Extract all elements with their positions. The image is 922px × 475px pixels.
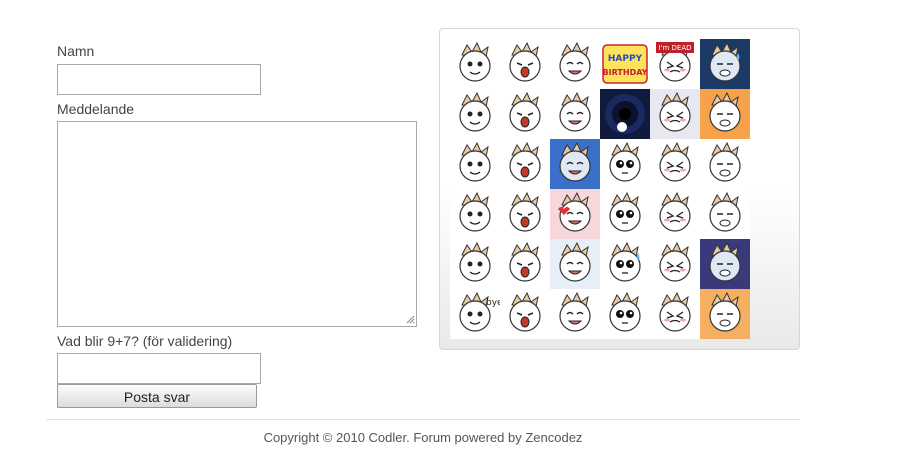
emoticon-im-dead-icon[interactable]: I'm DEAD	[650, 39, 700, 89]
svg-text:BIRTHDAY: BIRTHDAY	[603, 68, 648, 77]
svg-text:bye: bye	[486, 298, 500, 308]
emoticon-sleepy-icon[interactable]	[600, 289, 650, 339]
emoticon-vortex-icon[interactable]	[600, 89, 650, 139]
emoticon-pouting-icon[interactable]	[650, 189, 700, 239]
emoticon-sweat-drop-icon[interactable]	[600, 239, 650, 289]
emoticon-nosebleed-icon[interactable]	[450, 89, 500, 139]
name-label: Namn	[57, 43, 95, 59]
emoticon-sobbing-icon[interactable]	[500, 289, 550, 339]
emoticon-dizzy-icon[interactable]	[500, 139, 550, 189]
emoticon-laughing-icon[interactable]	[700, 139, 750, 189]
emoticon-facepalm-icon[interactable]	[650, 289, 700, 339]
emoticon-crying-tears-icon[interactable]	[500, 39, 550, 89]
message-textarea[interactable]	[57, 121, 417, 327]
message-label: Meddelande	[57, 101, 135, 117]
emoticon-happy-birthday-icon[interactable]: HAPPY BIRTHDAY	[600, 39, 650, 89]
emoticon-grimace-icon[interactable]	[550, 289, 600, 339]
emoticon-grinning-icon[interactable]	[450, 239, 500, 289]
emoticon-bye-icon[interactable]: bye	[450, 289, 500, 339]
emoticon-annoyed-icon[interactable]	[600, 189, 650, 239]
emoticon-two-faces-icon[interactable]	[500, 189, 550, 239]
emoticon-angry-shout-icon[interactable]	[550, 89, 600, 139]
captcha-label: Vad blir 9+7? (för validering)	[57, 333, 233, 349]
emoticon-peace-grin-icon[interactable]	[450, 139, 500, 189]
emoticon-yelling-icon[interactable]	[450, 189, 500, 239]
name-input[interactable]	[57, 64, 261, 95]
resize-grip-icon[interactable]	[405, 314, 415, 324]
emoticon-gloomy-icon[interactable]	[700, 239, 750, 289]
emoticon-scared-icon[interactable]	[700, 289, 750, 339]
footer-copyright: Copyright © 2010 Codler. Forum powered b…	[263, 430, 583, 445]
emoticon-grid: HAPPY BIRTHDAY I'm DEAD bye	[450, 39, 750, 339]
emoticon-blush-shy-icon[interactable]	[600, 139, 650, 189]
footer-divider	[46, 419, 800, 420]
emoticon-smug-icon[interactable]	[550, 39, 600, 89]
emoticon-sweat-drops-icon[interactable]	[700, 39, 750, 89]
svg-text:I'm DEAD: I'm DEAD	[658, 44, 691, 52]
emoticon-blushing-icon[interactable]	[700, 189, 750, 239]
emoticon-shocked-laugh-icon[interactable]	[500, 89, 550, 139]
emoticon-big-eyes-icon[interactable]	[650, 139, 700, 189]
svg-text:HAPPY: HAPPY	[608, 54, 643, 64]
submit-button[interactable]: Posta svar	[57, 384, 257, 408]
emoticon-fire-rage-icon[interactable]	[700, 89, 750, 139]
emoticon-brushing-teeth-icon[interactable]	[450, 39, 500, 89]
emoticon-scream-icon[interactable]	[650, 89, 700, 139]
emoticon-love-hearts-icon[interactable]	[550, 189, 600, 239]
emoticon-thinking-icon[interactable]	[550, 239, 600, 289]
emoticon-content-icon[interactable]	[500, 239, 550, 289]
captcha-input[interactable]	[57, 353, 261, 384]
emoticon-frozen-icon[interactable]	[550, 139, 600, 189]
emoticon-cheering-icon[interactable]	[650, 239, 700, 289]
